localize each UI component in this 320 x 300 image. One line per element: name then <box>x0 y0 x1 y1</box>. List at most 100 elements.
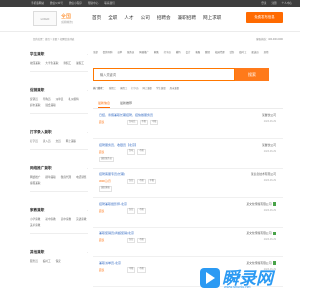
site-logo[interactable]: LOGO <box>33 11 57 26</box>
sidebar-item[interactable]: 促销员 <box>30 97 38 101</box>
job-category-tag[interactable]: 兼职服务员 <box>99 156 114 163</box>
nav-company[interactable]: 公司 <box>141 15 150 21</box>
sidebar-item[interactable]: 微商代理 <box>61 175 71 179</box>
company-name-link[interactable]: 某餐饮公司 <box>262 113 276 117</box>
category-filter-item[interactable]: 服务员 <box>127 50 134 64</box>
sidebar-item[interactable]: 礼仪模特 <box>68 97 78 101</box>
category-filter-item[interactable]: 家教 <box>154 50 159 64</box>
category-filter-item[interactable]: 派单 <box>117 50 122 64</box>
category-filter-item[interactable]: 促销导购 <box>103 50 113 64</box>
category-filter-item[interactable]: 全部 <box>93 50 98 64</box>
hot-search-item[interactable]: 寒假工 <box>109 86 116 92</box>
sidebar-item[interactable]: 初中家教 <box>45 217 55 221</box>
sidebar-item[interactable]: 高中家教 <box>61 217 71 221</box>
hot-search-item[interactable]: 打字员 <box>131 86 138 92</box>
sidebar-block-title[interactable]: 家教兼职 › <box>30 206 88 214</box>
job-category-tag[interactable]: 兼职客服 <box>99 186 112 192</box>
job-listing[interactable]: 兼职促销员(商超促销)北京 面议 包住 不限 某文化传媒有限公司 2023-06-29 <box>93 228 283 257</box>
category-filter-item[interactable]: 会计 <box>186 50 191 64</box>
register-link[interactable]: 注册 <box>271 0 276 7</box>
job-listing[interactable]: 招聘客服专员(长期) 3000元/月 包住 不限 不限 兼职客服 某信息技术有限公司 2023… <box>93 169 283 198</box>
category-filter-item[interactable]: 客服 <box>195 50 200 64</box>
sidebar-item[interactable]: 客服兼职 <box>30 181 40 185</box>
sidebar-item[interactable]: 大学生兼职 <box>45 61 58 65</box>
sidebar-item[interactable]: 文员 <box>56 139 61 143</box>
search-button[interactable]: 搜索 <box>235 68 269 81</box>
chevron-right-icon: › <box>87 88 88 92</box>
nav-job-fair[interactable]: 招聘会 <box>157 15 171 21</box>
hot-search-item[interactable]: 暑假工 <box>120 86 127 92</box>
job-title-link[interactable]: 招聘兼职摄影师-北京 <box>99 202 127 206</box>
sidebar-item[interactable]: 寒假工 <box>63 61 71 65</box>
top-link[interactable]: 联系我们 <box>104 0 114 7</box>
tab-latest[interactable]: 最新信息 <box>98 97 111 108</box>
sidebar-item[interactable]: 网络推广 <box>30 175 40 179</box>
login-link[interactable]: 登录 <box>261 0 266 7</box>
search-input[interactable] <box>93 68 235 81</box>
category-filter-item[interactable]: 翻译 <box>205 50 210 64</box>
sidebar-item[interactable]: 临时工 <box>43 259 51 263</box>
sidebar-item[interactable]: 校园兼职 <box>30 61 40 65</box>
job-title-link[interactable]: 日结，寒假兼职长期招聘，招快餐服务员 <box>99 113 153 117</box>
sidebar-item[interactable]: 保安 <box>56 259 61 263</box>
sidebar-items: 校园兼职 大学生兼职 寒假工 暑假工 <box>30 61 88 65</box>
sidebar-item[interactable]: 录入员 <box>43 139 51 143</box>
category-filter-item[interactable]: 临时工 <box>239 50 246 64</box>
hot-search-item[interactable]: 学生兼职 <box>156 86 166 92</box>
sidebar-item[interactable]: 小学家教 <box>30 217 40 221</box>
top-link[interactable]: 微信小程序 <box>69 0 82 7</box>
sidebar-item[interactable]: 英语家教 <box>76 217 86 221</box>
top-link[interactable]: 微信公众号 <box>50 0 63 7</box>
job-date: 2023-06-29 <box>263 238 276 241</box>
sidebar-block-title[interactable]: 其他兼职 › <box>30 248 88 256</box>
sidebar-item[interactable]: 打字员 <box>30 139 38 143</box>
nav-online[interactable]: 网上求职 <box>203 15 221 21</box>
category-filter-item[interactable]: 网络推广 <box>139 50 149 64</box>
hot-search-item[interactable]: 网上兼职 <box>142 86 152 92</box>
post-info-button[interactable]: 免费发布信息 <box>246 12 283 23</box>
job-title-link[interactable]: 招聘服务员、收银员【北京】 <box>99 143 138 147</box>
sidebar-item[interactable]: 电话销售 <box>76 175 86 179</box>
company-name-link[interactable]: 某文化传媒有限公司 <box>246 231 276 236</box>
hot-search-item[interactable]: 周末兼职 <box>170 86 180 92</box>
job-title-link[interactable]: 兼职派单员-北京 <box>99 261 121 265</box>
company-name-link[interactable]: 某餐饮公司 <box>262 143 276 147</box>
nav-talent[interactable]: 人才 <box>124 15 133 21</box>
company-name-link[interactable]: 某文化传媒有限公司 <box>246 202 276 206</box>
sidebar-item[interactable]: 超市兼职 <box>30 103 40 107</box>
category-filter-item[interactable]: 话务 <box>230 50 235 64</box>
chevron-right-icon: › <box>87 208 88 212</box>
job-title-link[interactable]: 兼职促销员(商超促销)北京 <box>99 231 134 235</box>
tab-recommended[interactable]: 最新推荐 <box>120 97 132 108</box>
sidebar-block-title[interactable]: 网络推广兼职 › <box>30 164 88 172</box>
job-title-link[interactable]: 招聘客服专员(长期) <box>99 172 125 176</box>
category-filter-item[interactable]: 模特 <box>176 50 181 64</box>
category-filter-item[interactable]: 其他 <box>264 50 269 64</box>
sidebar-item[interactable]: 服务员 <box>30 259 38 263</box>
sidebar-block-title[interactable]: 学生兼职 › <box>30 50 88 58</box>
sidebar-block-title[interactable]: 打字录入兼职 › <box>30 128 88 136</box>
top-link[interactable]: 帮助中心 <box>88 0 98 7</box>
city-switch-link[interactable]: [切换城市] <box>61 20 73 24</box>
job-listing[interactable]: 日结，寒假兼职长期招聘，招快餐服务员 面议 包吃住 不限 不限 某餐饮公司 2023-06-… <box>93 110 283 139</box>
sidebar-item[interactable]: 刷单兼职 <box>45 175 55 179</box>
category-filter-item[interactable]: 校园代理 <box>215 50 225 64</box>
nav-parttime[interactable]: 兼职招聘 <box>178 15 196 21</box>
sidebar-block-title[interactable]: 促销兼职 › <box>30 86 88 94</box>
user-center-link[interactable]: 个人中心 <box>282 0 292 7</box>
category-filter-item[interactable]: 配送员 <box>251 50 258 64</box>
sidebar-item[interactable]: 导购员 <box>43 97 51 101</box>
job-listing[interactable]: 招聘兼职摄影师-北京 面议 包住 不限 某文化传媒有限公司 2023-06-29 <box>93 199 283 228</box>
sidebar-item[interactable]: 暑假工 <box>76 61 84 65</box>
category-filter-item[interactable]: 打字员 <box>164 50 171 64</box>
company-name-link[interactable]: 某信息技术有限公司 <box>251 172 276 176</box>
sidebar-item[interactable]: 网上兼职 <box>66 139 76 143</box>
sidebar-item[interactable]: 美术家教 <box>30 223 40 227</box>
job-listing[interactable]: 招聘服务员、收银员【北京】 面议 包吃 不限 兼职服务员 某餐饮公司 2023-06-29 <box>93 140 283 169</box>
sidebar-item[interactable]: 派单员 <box>56 97 64 101</box>
nav-home[interactable]: 首页 <box>92 15 101 21</box>
job-tag: 不限 <box>147 178 157 185</box>
nav-fulltime[interactable]: 全职 <box>108 15 117 21</box>
sidebar-item[interactable]: 展会兼职 <box>45 103 55 107</box>
top-link[interactable]: 手机版网站 <box>31 0 44 7</box>
